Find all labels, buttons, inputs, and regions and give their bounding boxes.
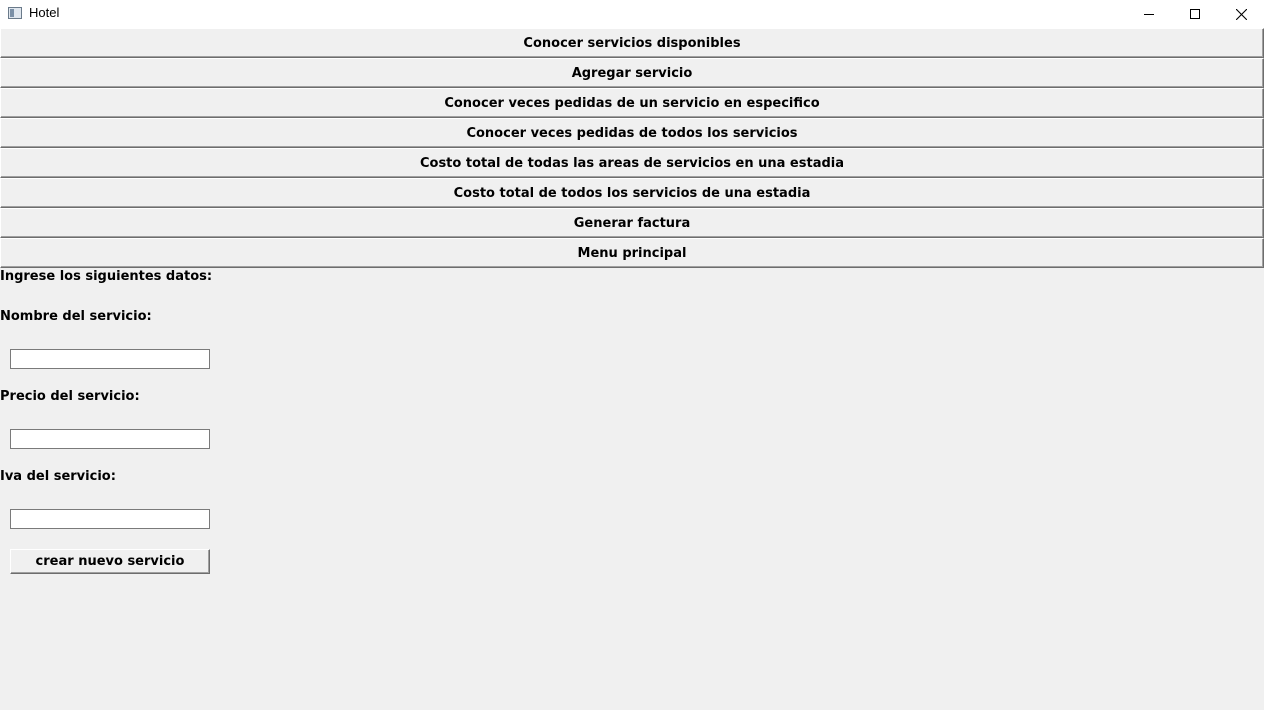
close-icon	[1235, 8, 1247, 20]
menu-button-generar-factura[interactable]: Generar factura	[0, 208, 1264, 238]
service-iva-input[interactable]	[10, 509, 210, 529]
window-titlebar: Hotel	[0, 0, 1264, 28]
service-name-input[interactable]	[10, 349, 210, 369]
window-title: Hotel	[29, 5, 60, 20]
menu-button-menu-principal[interactable]: Menu principal	[0, 238, 1264, 268]
menu-button-veces-todos-servicios[interactable]: Conocer veces pedidas de todos los servi…	[0, 118, 1264, 148]
menu-button-costo-areas-estadia[interactable]: Costo total de todas las areas de servic…	[0, 148, 1264, 178]
service-price-label: Precio del servicio:	[0, 389, 140, 404]
form-intro-label: Ingrese los siguientes datos:	[0, 269, 213, 284]
create-service-button[interactable]: crear nuevo servicio	[10, 549, 210, 574]
service-price-input[interactable]	[10, 429, 210, 449]
close-button[interactable]	[1218, 0, 1264, 28]
app-window-icon	[8, 7, 22, 19]
menu-button-agregar-servicio[interactable]: Agregar servicio	[0, 58, 1264, 88]
menu-button-veces-servicio-especifico[interactable]: Conocer veces pedidas de un servicio en …	[0, 88, 1264, 118]
maximize-button[interactable]	[1172, 0, 1218, 28]
minimize-icon	[1144, 14, 1154, 15]
minimize-button[interactable]	[1126, 0, 1172, 28]
service-name-label: Nombre del servicio:	[0, 309, 152, 324]
maximize-icon	[1190, 9, 1200, 19]
service-iva-label: Iva del servicio:	[0, 469, 116, 484]
menu-button-servicios-disponibles[interactable]: Conocer servicios disponibles	[0, 28, 1264, 58]
menu-button-costo-servicios-estadia[interactable]: Costo total de todos los servicios de un…	[0, 178, 1264, 208]
